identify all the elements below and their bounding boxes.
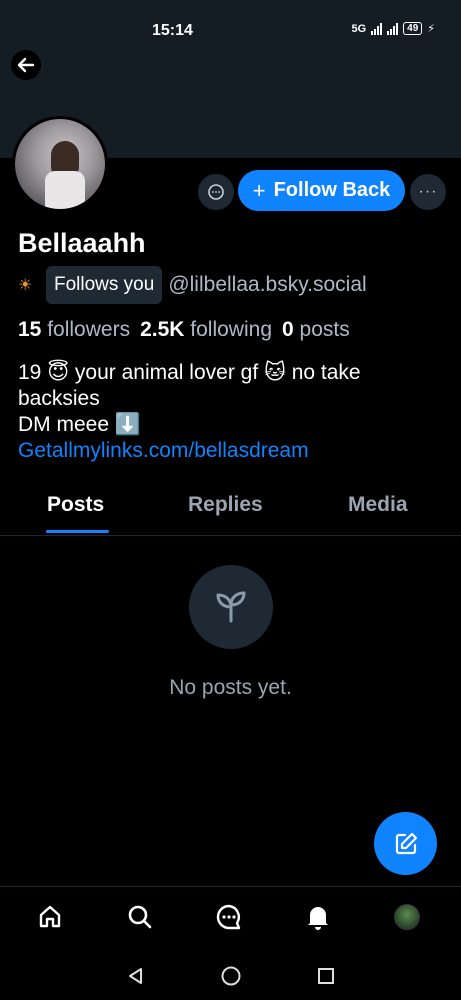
tab-replies[interactable]: Replies	[188, 493, 263, 517]
bio-line-1: 19 😇 your animal lover gf 🐱 no take back…	[18, 361, 361, 410]
system-recents-button[interactable]	[314, 964, 338, 988]
followers-stat[interactable]: 15 followers	[18, 318, 132, 342]
more-options-button[interactable]: ···	[410, 174, 446, 210]
system-back-button[interactable]	[124, 964, 148, 988]
nav-home[interactable]	[34, 901, 66, 933]
follow-back-button[interactable]: + Follow Back	[238, 170, 405, 211]
profile-bio: 19 😇 your animal lover gf 🐱 no take back…	[18, 360, 448, 464]
profile-handle: @lilbellaa.bsky.social	[168, 273, 367, 296]
follows-you-badge: Follows you	[46, 266, 163, 304]
ellipsis-icon: ···	[418, 183, 438, 200]
profile-stats: 15 followers 2.5K following 0 posts	[18, 318, 352, 342]
display-name: Bellaaahh	[18, 228, 146, 258]
status-icons: 5G 49 ⚡	[351, 22, 435, 35]
nav-profile[interactable]	[391, 901, 423, 933]
system-navigation-bar	[0, 950, 461, 1000]
sprout-icon	[216, 591, 246, 623]
signal-icon	[371, 22, 383, 35]
chat-icon	[216, 904, 241, 930]
compose-button[interactable]	[374, 812, 437, 875]
search-icon	[128, 905, 152, 929]
empty-state-icon-container	[189, 565, 273, 649]
tab-posts[interactable]: Posts	[47, 493, 104, 517]
empty-state-message: No posts yet.	[169, 676, 292, 699]
posts-stat: 0 posts	[282, 318, 350, 341]
follow-back-label: Follow Back	[273, 179, 391, 201]
following-stat[interactable]: 2.5K following	[140, 318, 274, 342]
battery-indicator: 49	[403, 22, 423, 35]
nav-notifications[interactable]	[302, 901, 334, 933]
network-label: 5G	[351, 22, 367, 35]
avatar	[394, 904, 420, 930]
sunrise-icon: ☀	[18, 277, 33, 294]
chat-bubble-icon	[208, 184, 224, 200]
plus-icon: +	[252, 177, 266, 203]
square-recents-icon	[318, 968, 334, 984]
status-bar: 15:14 5G 49 ⚡	[0, 0, 461, 44]
triangle-back-icon	[129, 968, 142, 984]
arrow-left-icon	[17, 57, 35, 73]
system-home-button[interactable]	[219, 964, 243, 988]
bio-line-2: DM meee ⬇️	[18, 413, 142, 436]
signal-icon-2	[387, 22, 399, 35]
active-tab-indicator	[46, 530, 109, 533]
bottom-navigation	[0, 886, 461, 948]
home-icon	[39, 905, 61, 928]
compose-icon	[395, 832, 417, 854]
nav-search[interactable]	[124, 901, 156, 933]
bell-icon	[308, 907, 328, 930]
circle-home-icon	[221, 966, 241, 986]
back-button[interactable]	[11, 50, 41, 80]
handle-row: ☀ Follows you @lilbellaa.bsky.social	[18, 266, 367, 304]
profile-avatar[interactable]	[12, 116, 108, 212]
profile-tabs: Posts Replies Media	[0, 484, 461, 536]
charging-icon: ⚡	[427, 23, 435, 35]
status-time: 15:14	[152, 22, 193, 39]
tab-media[interactable]: Media	[348, 493, 408, 517]
bio-link[interactable]: Getallmylinks.com/bellasdream	[18, 438, 448, 464]
nav-chat[interactable]	[213, 901, 245, 933]
message-button[interactable]	[198, 174, 234, 210]
